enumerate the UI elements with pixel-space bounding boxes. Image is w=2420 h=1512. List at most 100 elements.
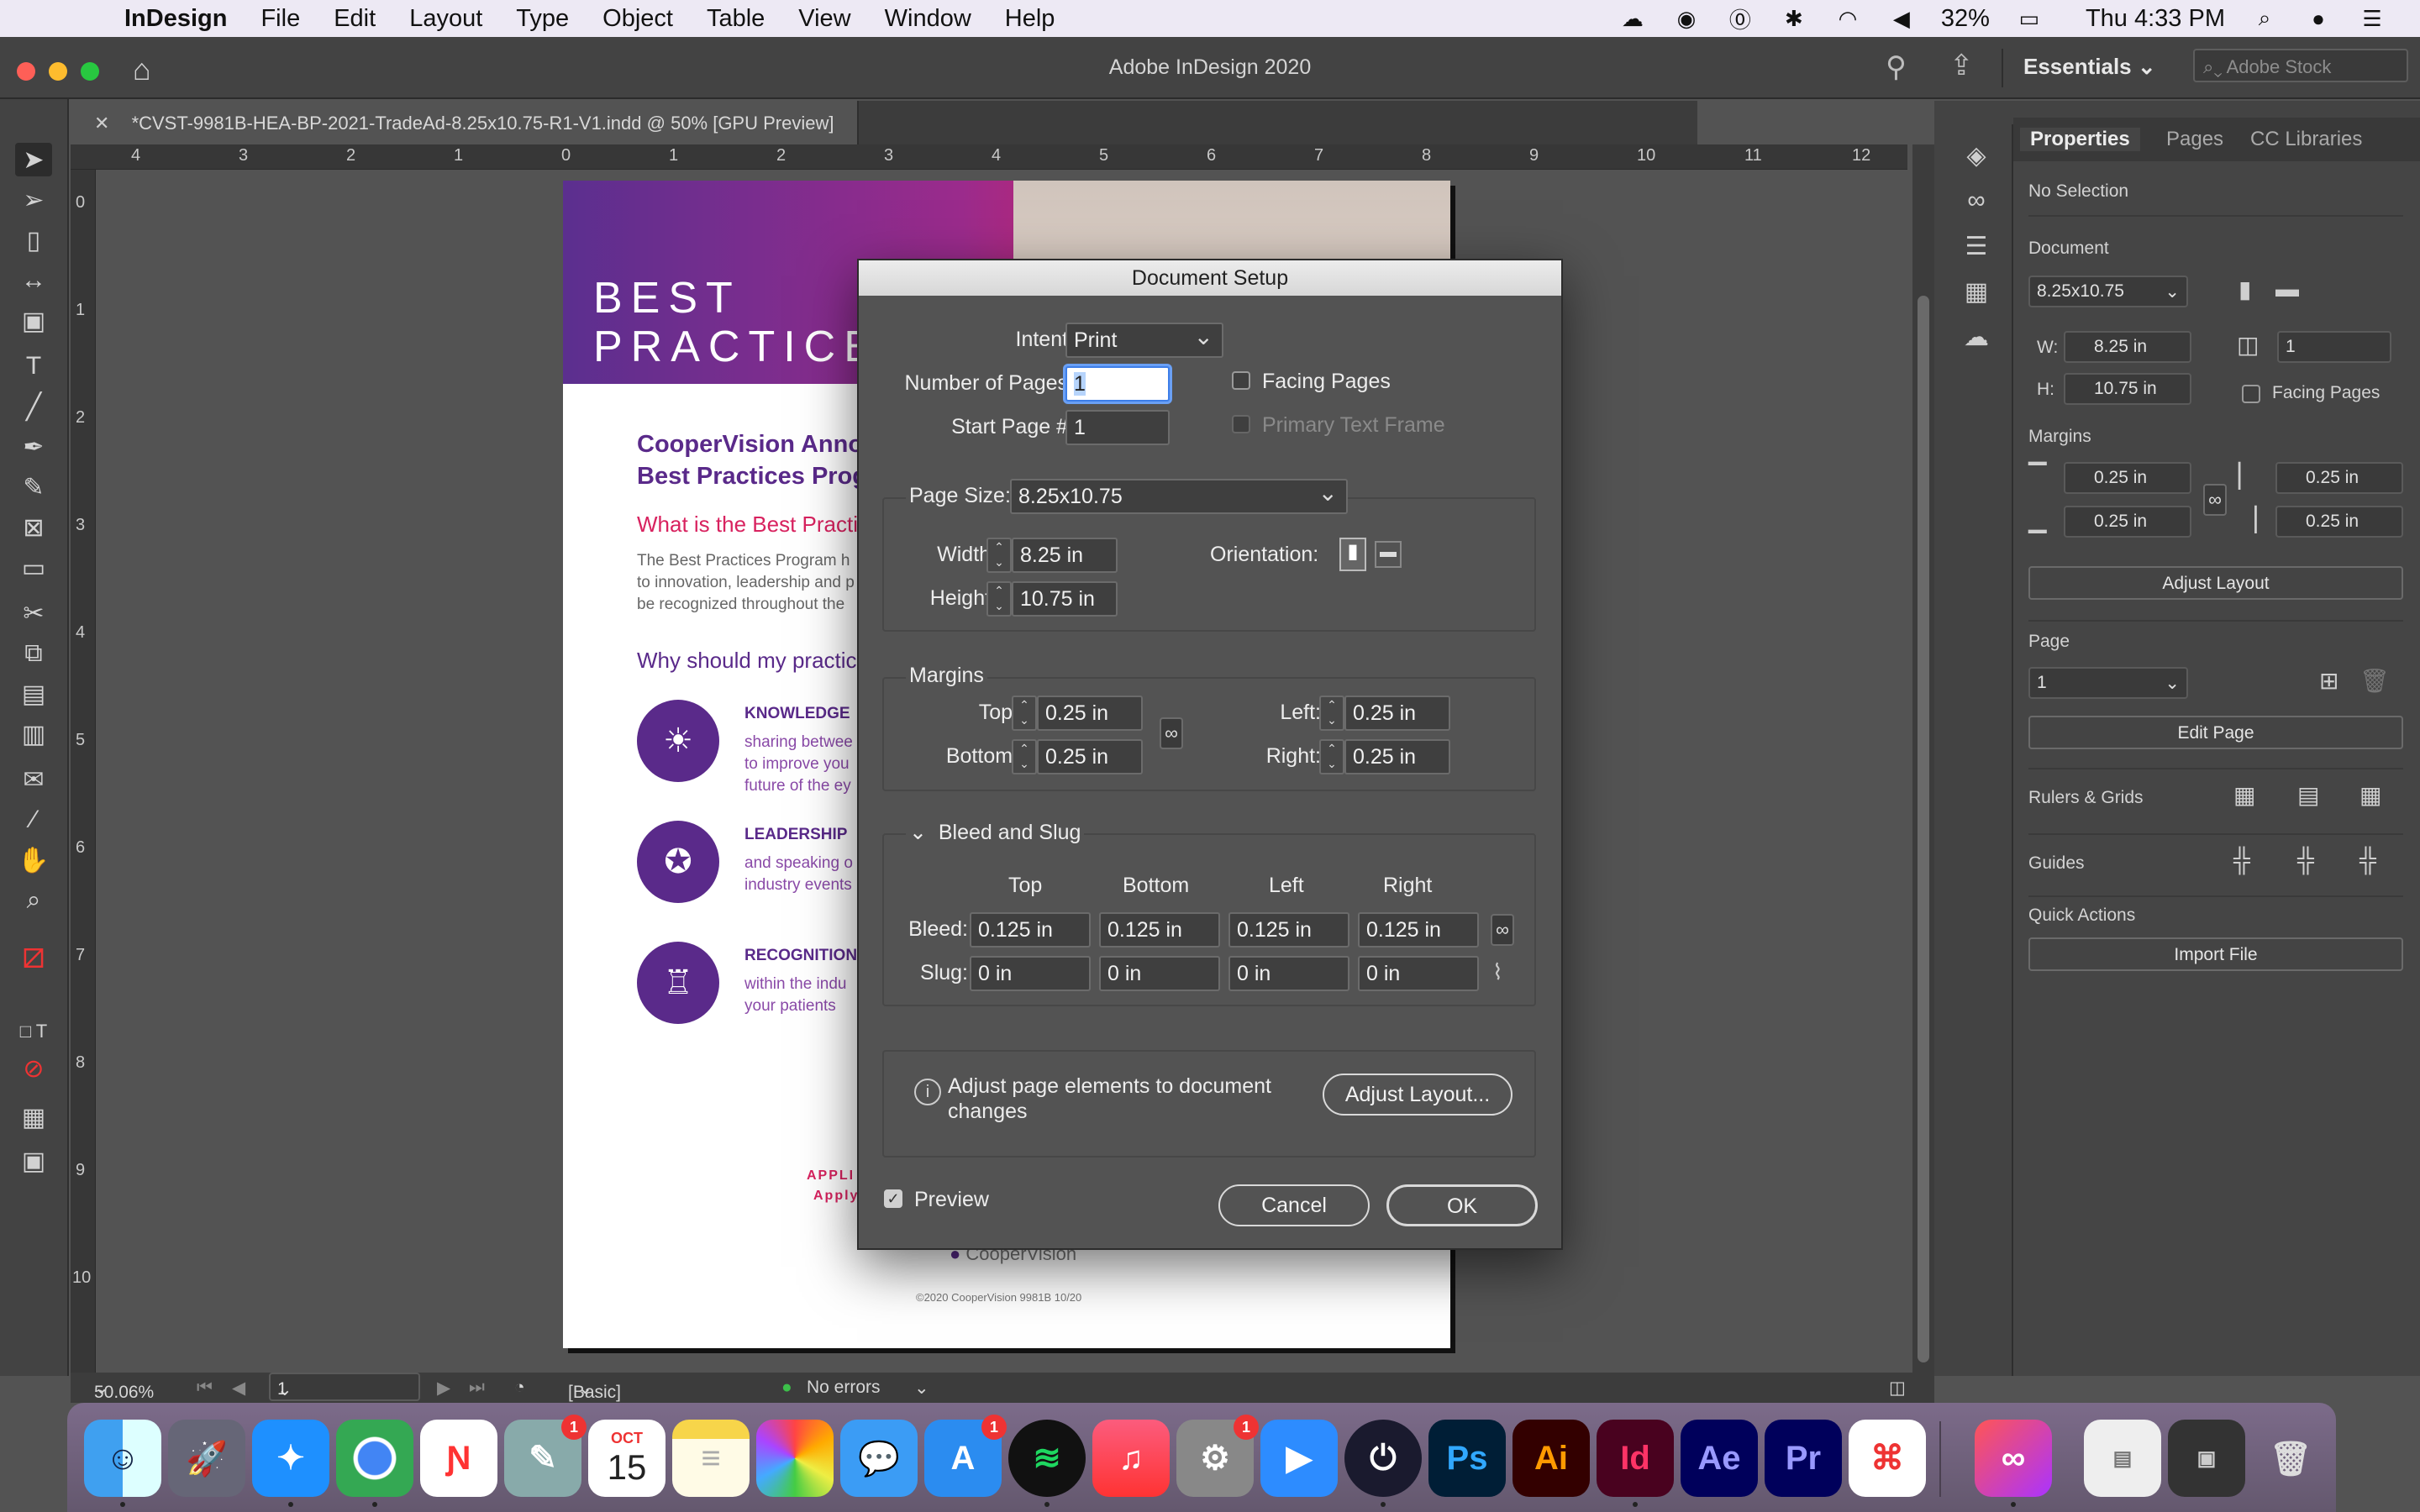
notes-icon[interactable]: ≡ (672, 1420, 750, 1497)
screenshot-stack-icon[interactable]: ▣ (2168, 1420, 2245, 1497)
menu-window[interactable]: Window (885, 5, 971, 33)
cancel-button[interactable]: Cancel (1218, 1184, 1370, 1226)
safari-icon[interactable]: ✦ (252, 1420, 329, 1497)
fill-stroke-swatch-icon[interactable]: ⧄ (15, 931, 52, 981)
start-page-field[interactable]: 1 (1065, 410, 1170, 445)
landscape-orientation-icon[interactable]: ▬ (2275, 276, 2299, 302)
type-tool-icon[interactable]: T (15, 349, 52, 383)
tab-pages[interactable]: Pages (2166, 128, 2223, 151)
scissors-tool-icon[interactable]: ✂ (15, 596, 52, 630)
battery-icon[interactable]: ▭ (2015, 6, 2044, 31)
battery-percent[interactable]: 32% (1941, 5, 1990, 33)
links-panel-icon[interactable]: ∞ (1960, 185, 1993, 217)
menu-help[interactable]: Help (1005, 5, 1055, 33)
link-margins-icon[interactable]: ∞ (1160, 717, 1183, 749)
slug-bottom-field[interactable]: 0 in (1099, 956, 1220, 991)
music-icon[interactable]: ♫ (1092, 1420, 1170, 1497)
spotify-icon[interactable]: ≋ (1008, 1420, 1086, 1497)
illustrator-icon[interactable]: Ai (1512, 1420, 1590, 1497)
portrait-orientation-icon[interactable]: ▮ (2238, 276, 2251, 303)
hand-tool-icon[interactable]: ✋ (15, 843, 52, 877)
top-margin-field[interactable]: 0.25 in (1037, 696, 1143, 731)
preflight-menu-icon[interactable]: ⌄ (914, 1378, 929, 1399)
slug-right-field[interactable]: 0 in (1358, 956, 1479, 991)
tab-properties[interactable]: Properties (2020, 128, 2140, 151)
app-store-icon[interactable]: A1 (924, 1415, 1007, 1497)
share-icon[interactable]: ⇪ (1949, 49, 1974, 82)
eyedropper-tool-icon[interactable]: ⁄ (15, 803, 52, 837)
free-transform-tool-icon[interactable]: ⧉ (15, 637, 52, 670)
menu-object[interactable]: Object (602, 5, 673, 33)
bottom-margin-field[interactable]: 0.25 in (1037, 739, 1143, 774)
preflight-profile[interactable]: [Basic] (working) ⌄ (568, 1378, 640, 1422)
unlink-slug-icon[interactable]: ⌇ (1492, 959, 1503, 985)
acrobat-icon[interactable]: ⌘ (1849, 1420, 1926, 1497)
apply-none-icon[interactable]: ⊘ (15, 1052, 52, 1085)
landscape-orientation-icon[interactable]: ▬ (1375, 541, 1402, 568)
right-stepper[interactable]: ⌃ ⌄ (1319, 739, 1344, 774)
indesign-icon[interactable]: Id (1597, 1420, 1674, 1497)
margin-left-field[interactable]: 0.25 in (2275, 462, 2403, 494)
slug-left-field[interactable]: 0 in (1228, 956, 1349, 991)
lightbulb-icon[interactable]: ⚲ (1886, 50, 1907, 84)
page-tool-icon[interactable]: ▯ (15, 223, 52, 257)
news-icon[interactable]: Ɲ (420, 1420, 497, 1497)
width-field[interactable]: 8.25 in (1012, 538, 1118, 573)
rectangle-tool-icon[interactable]: ▭ (15, 551, 52, 585)
wifi-icon[interactable]: ◠ (1833, 6, 1862, 31)
import-file-button[interactable]: Import File (2028, 937, 2403, 971)
preview-icon[interactable]: ✎ 1 (504, 1415, 587, 1497)
close-tab-icon[interactable]: ✕ (94, 113, 109, 134)
zoom-tool-icon[interactable]: ⌕ (15, 884, 52, 917)
add-page-icon[interactable]: ⊞ (2319, 667, 2338, 695)
bleed-top-field[interactable]: 0.125 in (970, 912, 1091, 948)
cc-libraries-panel-icon[interactable]: ☁ (1960, 321, 1993, 353)
delete-page-icon[interactable]: 🗑 (2360, 667, 2390, 695)
bluetooth-icon[interactable]: ✱ (1780, 6, 1808, 31)
line-tool-icon[interactable]: ╱ (15, 390, 52, 423)
slug-top-field[interactable]: 0 in (970, 956, 1091, 991)
menu-edit[interactable]: Edit (334, 5, 376, 33)
workspace-switcher[interactable]: Essentials ⌄ (2023, 54, 2156, 80)
show-guides-icon[interactable]: ╬ (2233, 847, 2250, 874)
photoshop-icon[interactable]: Ps (1428, 1420, 1506, 1497)
chrome-icon[interactable] (336, 1420, 413, 1497)
rectangle-frame-tool-icon[interactable]: ⊠ (15, 511, 52, 544)
bleed-slug-toggle[interactable]: ⌄ Bleed and Slug (906, 820, 1085, 845)
formatting-affects-container-icon[interactable]: □ T (15, 1015, 52, 1048)
baseline-grid-icon[interactable]: ▤ (2297, 781, 2319, 809)
adjust-layout-button[interactable]: Adjust Layout (2028, 566, 2403, 600)
menu-type[interactable]: Type (516, 5, 569, 33)
margin-bottom-field[interactable]: 0.25 in (2064, 506, 2191, 538)
vertical-scrollbar[interactable] (1912, 144, 1934, 1376)
menu-clock[interactable]: Thu 4:33 PM (2086, 5, 2225, 33)
gradient-swatch-tool-icon[interactable]: ▤ (15, 677, 52, 711)
onepassword-icon[interactable]: ⓪ (1726, 6, 1754, 33)
number-of-pages-field[interactable]: 1 (1065, 366, 1170, 402)
premiere-icon[interactable]: Pr (1765, 1420, 1842, 1497)
height-stepper[interactable]: ⌃ ⌄ (986, 581, 1012, 617)
pages-count-field[interactable]: 1 (2277, 331, 2391, 363)
finder-icon[interactable]: ☺ (84, 1420, 161, 1497)
spotlight-search-icon[interactable]: ⌕ (2250, 5, 2279, 31)
next-page-icon[interactable]: ▶ (437, 1378, 450, 1399)
launchpad-icon[interactable]: 🚀 (168, 1420, 245, 1497)
split-view-icon[interactable]: ◫ (1889, 1378, 1906, 1399)
ruler-toggle-icon[interactable]: ▦ (2233, 781, 2255, 809)
portrait-orientation-icon[interactable]: ▮ (1339, 538, 1366, 571)
document-stack-icon[interactable]: ▤ (2084, 1420, 2161, 1497)
margin-top-field[interactable]: 0.25 in (2064, 462, 2191, 494)
left-stepper[interactable]: ⌃ ⌄ (1319, 696, 1344, 731)
adobe-stock-search[interactable]: ⌕⌄ Adobe Stock (2193, 49, 2408, 82)
siri-icon[interactable]: ● (2304, 6, 2333, 31)
page-number-field[interactable]: 1 ⌄ (269, 1373, 420, 1401)
intent-select[interactable]: Print (1065, 323, 1223, 358)
left-margin-field[interactable]: 0.25 in (1344, 696, 1450, 731)
creative-cloud-status-icon[interactable]: ☁ (1618, 6, 1647, 31)
menu-app-name[interactable]: InDesign (124, 5, 227, 33)
right-margin-field[interactable]: 0.25 in (1344, 739, 1450, 774)
previous-page-icon[interactable]: ◀ (232, 1378, 245, 1399)
bleed-left-field[interactable]: 0.125 in (1228, 912, 1349, 948)
scroll-thumb[interactable] (1918, 296, 1929, 1362)
swatches-panel-icon[interactable]: ▦ (1960, 276, 1993, 307)
